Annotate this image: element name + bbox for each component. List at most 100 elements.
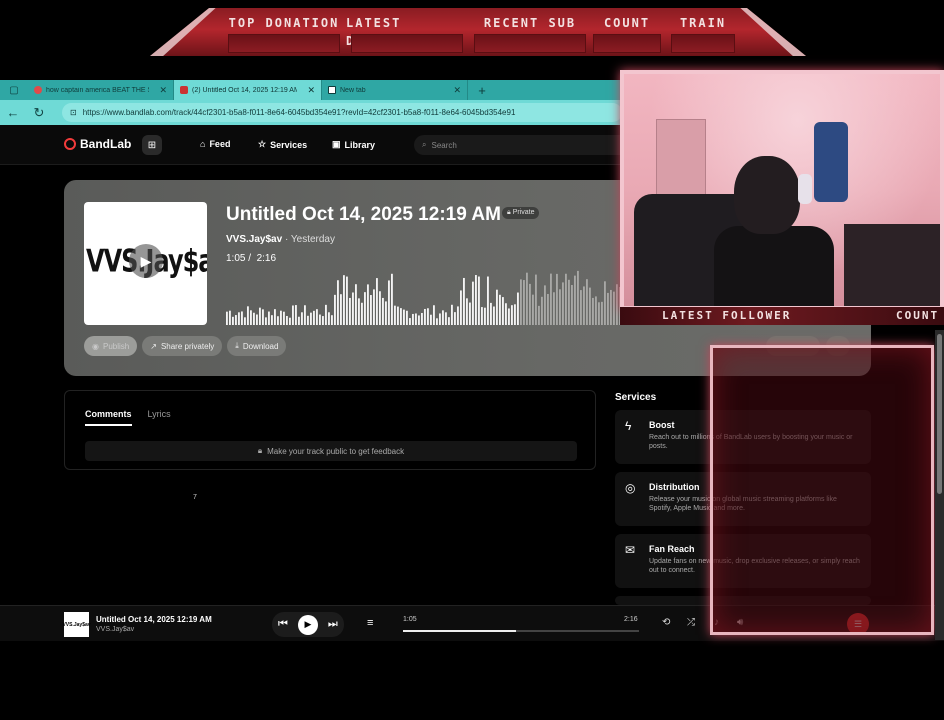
duration: 2:16 [256,253,277,264]
waveform-bar [544,285,546,325]
tab-title: (2) Untitled Oct 14, 2025 12:19 AM [192,86,298,94]
waveform-bar [559,289,561,325]
waveform-bar [310,312,312,325]
waveform-bar [304,305,306,325]
waveform-bar [406,310,408,325]
waveform-bar [262,309,264,325]
shuffle-icon[interactable]: ⤮ [687,617,695,628]
waveform-bar [340,294,342,325]
waveform-bar [388,280,390,325]
nav-feed[interactable]: ⌂ Feed [200,139,230,149]
waveform-bar [463,277,465,325]
bandlab-logo-icon [64,138,76,150]
nav-services[interactable]: ☆ Services [258,139,307,150]
site-info-icon[interactable]: ⊡ [70,108,77,117]
waveform-bar [298,316,300,325]
waveform-bar [592,297,594,325]
tab-lyrics[interactable]: Lyrics [148,409,171,426]
share-privately-button[interactable]: ↗ Share privately [142,336,223,356]
waveform-bar [358,298,360,325]
player-title[interactable]: Untitled Oct 14, 2025 12:19 AM [96,615,212,624]
banner-label: TRAIN [679,16,727,30]
feedback-text: Make your track public to get feedback [267,446,405,456]
close-icon[interactable]: ✕ [307,85,315,96]
waveform-bar [502,297,504,325]
stream-banner: TOP DONATION LATEST DONATION RECENT SUB … [150,8,806,56]
url-text: https://www.bandlab.com/track/44cf2301-b… [82,108,516,117]
queue-icon[interactable]: ≡ [367,617,373,629]
nav-library[interactable]: ▣ Library [332,139,375,150]
repeat-icon[interactable]: ⟲ [662,617,670,628]
waveform-bar [562,282,564,325]
apps-grid-icon[interactable]: ⊞ [142,135,162,155]
waveform-bar [541,296,543,325]
lock-icon: 🔒︎ [257,446,263,455]
tab-new[interactable]: New tab ✕ [322,80,468,100]
feedback-notice: 🔒︎ Make your track public to get feedback [85,441,577,461]
download-icon: ⤓ [235,341,239,350]
waveform-bar [469,302,471,325]
tab-comments[interactable]: Comments [85,409,132,426]
banner-label: TOP DONATION [228,16,340,30]
banner-label: COUNT [603,16,651,30]
waveform-bar [517,292,519,325]
tab-actions-icon[interactable]: ▢ [0,80,28,100]
waveform-bar [496,289,498,325]
play-icon[interactable]: ▶ [129,244,163,278]
waveform-bar [286,315,288,325]
waveform-bar [550,273,552,325]
waveform-bar [226,311,228,325]
logo-text: BandLab [80,137,132,151]
waveform-bar [319,314,321,325]
previous-icon[interactable]: ⏮︎ [278,618,288,631]
headphones-icon [798,174,812,204]
publish-button[interactable]: ◉ Publish [84,336,138,356]
waveform[interactable] [226,270,646,325]
cover-art[interactable]: VVS.Jay$av ▶ [84,202,207,325]
waveform-bar [574,275,576,325]
tab-youtube[interactable]: how captain america BEAT THE S... ✕ [28,80,174,100]
reload-icon[interactable]: ↻ [26,105,52,121]
close-icon[interactable]: ✕ [159,85,167,96]
player-thumbnail[interactable]: VVS.Jay$av [62,612,91,637]
waveform-bar [589,287,591,325]
back-arrow-icon[interactable]: ← [0,105,26,120]
waveform-bar [367,284,369,325]
progress-bar[interactable] [403,630,639,632]
desk-shape [844,224,940,306]
waveform-bar [595,296,597,325]
player-artist[interactable]: VVS.Jay$av [96,626,134,633]
address-bar[interactable]: ⊡ https://www.bandlab.com/track/44cf2301… [62,103,622,122]
nav-label: Services [270,139,308,150]
waveform-bar [520,279,522,325]
search-input[interactable]: ⌕ Search [414,135,634,155]
playback-controls: ⏮︎ ▶ ⏭︎ [272,612,344,637]
tab-bandlab[interactable]: (2) Untitled Oct 14, 2025 12:19 AM ✕ [174,80,322,100]
nav-label: Library [344,139,376,150]
close-icon[interactable]: ✕ [453,85,461,96]
new-tab-plus-icon[interactable]: + [468,80,496,100]
search-placeholder: Search [431,140,457,150]
waveform-bar [241,311,243,325]
next-icon[interactable]: ⏭︎ [328,618,338,631]
download-button[interactable]: ⤓ Download [227,336,287,356]
privacy-label: Private [512,209,535,216]
waveform-bar [448,317,450,325]
chat-overlay-frame [710,345,934,635]
service-title: Distribution [649,482,700,492]
waveform-bar [493,306,495,325]
track-title: Untitled Oct 14, 2025 12:19 AM [226,204,501,225]
bandlab-icon [180,86,188,94]
scrollbar-thumb[interactable] [937,334,942,494]
artist-name[interactable]: VVS.Jay$av [226,234,282,245]
waveform-bar [316,309,318,325]
waveform-bar [511,305,513,325]
bandlab-logo[interactable]: BandLab [64,137,131,151]
waveform-bar [274,309,276,325]
new-tab-icon [328,86,336,94]
player-total-time: 2:16 [624,616,638,623]
waveform-bar [514,304,516,325]
page-scrollbar[interactable] [935,330,944,640]
play-button[interactable]: ▶ [297,614,318,635]
waveform-bar [475,275,477,325]
